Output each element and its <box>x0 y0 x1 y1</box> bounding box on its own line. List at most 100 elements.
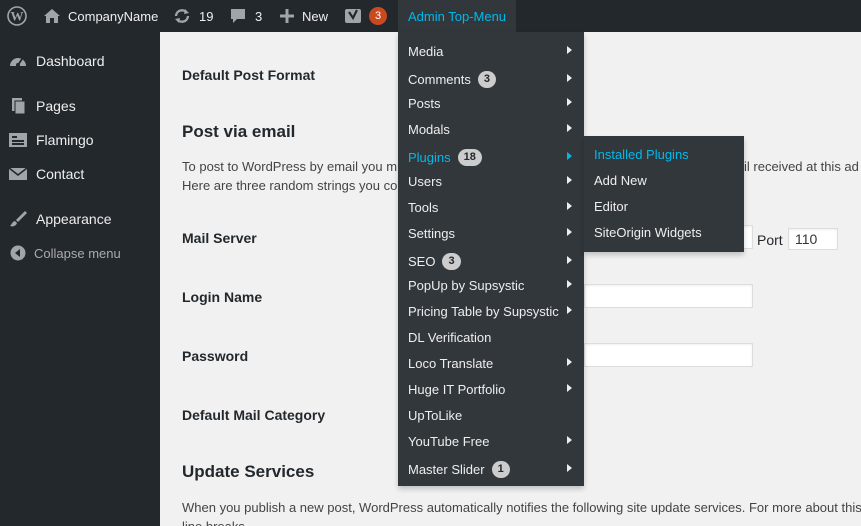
submenu-arrow-icon <box>567 74 572 82</box>
updates-link[interactable]: 19 <box>173 0 213 32</box>
menu-item-settings[interactable]: Settings <box>398 220 584 246</box>
submenu-arrow-icon <box>567 358 572 366</box>
password-label: Password <box>182 348 249 364</box>
admin-bar: W CompanyName 19 3 New 3 Admin Top-Menu <box>0 0 861 32</box>
submenu-arrow-icon <box>567 202 572 210</box>
submenu-arrow-icon <box>567 384 572 392</box>
menu-item-pricing-table[interactable]: Pricing Table by Supsystic <box>398 298 584 324</box>
pages-icon <box>12 98 26 114</box>
menu-item-label: Loco Translate <box>408 355 494 371</box>
menu-item-label: YouTube Free <box>408 433 490 449</box>
admin-top-menu-dropdown: Media Comments 3 Posts Modals Plugins 18 U… <box>398 32 584 486</box>
menu-item-popup-supsystic[interactable]: PopUp by Supsystic <box>398 272 584 298</box>
submenu-item-add-new[interactable]: Add New <box>584 167 744 193</box>
yoast-seo-link[interactable]: 3 <box>344 0 387 32</box>
submenu-item-editor[interactable]: Editor <box>584 193 744 219</box>
update-services-description-2: line breaks <box>182 517 245 526</box>
default-mail-category-label: Default Mail Category <box>182 407 326 423</box>
comment-icon <box>231 9 245 23</box>
menu-item-comments[interactable]: Comments 3 <box>398 66 584 92</box>
submenu-item-label: Add New <box>594 172 647 188</box>
post-via-email-description-tail: il received at this ad <box>744 159 859 174</box>
menu-item-label: Tools <box>408 199 439 215</box>
count-badge: 3 <box>442 252 461 270</box>
port-input[interactable]: 110 <box>788 228 838 250</box>
menu-item-label: Comments <box>408 71 471 87</box>
menu-item-label: Modals <box>408 121 450 137</box>
menu-item-label: Posts <box>408 95 441 111</box>
collapse-menu-button[interactable]: Collapse menu <box>0 236 160 270</box>
collapse-menu-label: Collapse menu <box>34 245 121 261</box>
updates-count: 19 <box>199 8 214 24</box>
sidebar-item-label: Contact <box>36 166 85 182</box>
menu-item-label: Pricing Table by Supsystic <box>408 303 559 319</box>
sidebar-item-flamingo[interactable]: Flamingo <box>0 123 160 157</box>
menu-item-plugins[interactable]: Plugins 18 <box>398 144 584 170</box>
admin-sidebar: Dashboard Pages Flamingo Contact Appeara… <box>0 32 160 526</box>
menu-item-media[interactable]: Media <box>398 38 584 64</box>
password-input[interactable] <box>584 343 753 367</box>
plus-icon <box>280 9 294 23</box>
menu-item-loco-translate[interactable]: Loco Translate <box>398 350 584 376</box>
menu-item-label: Users <box>408 173 442 189</box>
menu-item-dl-verification[interactable]: DL Verification <box>398 324 584 350</box>
update-services-heading: Update Services <box>182 462 315 481</box>
sidebar-item-pages[interactable]: Pages <box>0 89 160 123</box>
wordpress-logo-icon: W <box>7 6 27 26</box>
submenu-arrow-icon <box>567 228 572 236</box>
home-icon <box>44 9 60 23</box>
refresh-icon <box>174 9 190 23</box>
menu-item-label: Huge IT Portfolio <box>408 381 506 397</box>
menu-item-posts[interactable]: Posts <box>398 90 584 116</box>
yoast-badge: 3 <box>369 7 387 25</box>
menu-item-tools[interactable]: Tools <box>398 194 584 220</box>
submenu-arrow-icon <box>567 152 572 160</box>
login-name-input[interactable] <box>584 284 753 308</box>
collapse-icon <box>10 245 26 261</box>
sidebar-item-label: Flamingo <box>36 132 94 148</box>
submenu-item-installed-plugins[interactable]: Installed Plugins <box>584 141 744 167</box>
brush-icon <box>10 211 27 227</box>
wp-logo-button[interactable]: W <box>7 0 27 32</box>
admin-top-menu-label: Admin Top-Menu <box>408 8 507 24</box>
submenu-arrow-icon <box>567 46 572 54</box>
menu-item-label: SEO <box>408 253 436 269</box>
menu-item-modals[interactable]: Modals <box>398 116 584 142</box>
sidebar-item-label: Dashboard <box>36 53 105 69</box>
update-services-description: When you publish a new post, WordPress a… <box>182 500 861 515</box>
sidebar-item-label: Pages <box>36 98 76 114</box>
submenu-arrow-icon <box>567 436 572 444</box>
menu-item-master-slider[interactable]: Master Slider 1 <box>398 456 584 482</box>
dashboard-icon <box>10 58 26 67</box>
submenu-arrow-icon <box>567 464 572 472</box>
menu-item-label: Settings <box>408 225 455 241</box>
sidebar-item-label: Appearance <box>36 211 112 227</box>
submenu-item-siteorigin-widgets[interactable]: SiteOrigin Widgets <box>584 219 744 245</box>
menu-item-huge-it-portfolio[interactable]: Huge IT Portfolio <box>398 376 584 402</box>
menu-item-youtube-free[interactable]: YouTube Free <box>398 428 584 454</box>
menu-item-uptolike[interactable]: UpToLike <box>398 402 584 428</box>
flamingo-icon <box>9 133 27 147</box>
menu-item-seo[interactable]: SEO 3 <box>398 248 584 274</box>
site-name-link[interactable]: CompanyName <box>43 0 158 32</box>
menu-item-label: Master Slider <box>408 461 485 477</box>
submenu-arrow-icon <box>567 306 572 314</box>
submenu-arrow-icon <box>567 98 572 106</box>
post-via-email-heading: Post via email <box>182 122 296 141</box>
submenu-arrow-icon <box>567 176 572 184</box>
admin-top-menu-button[interactable]: Admin Top-Menu <box>398 0 516 32</box>
sidebar-item-dashboard[interactable]: Dashboard <box>0 44 160 78</box>
submenu-item-label: Installed Plugins <box>594 146 689 162</box>
svg-text:W: W <box>11 9 24 24</box>
menu-item-label: Plugins <box>408 149 451 165</box>
plugins-submenu: Installed Plugins Add New Editor SiteOri… <box>584 136 744 252</box>
menu-item-users[interactable]: Users <box>398 168 584 194</box>
new-content-link[interactable]: New <box>280 0 328 32</box>
submenu-item-label: SiteOrigin Widgets <box>594 224 702 240</box>
comments-count: 3 <box>255 8 263 24</box>
mail-icon <box>9 167 27 180</box>
sidebar-item-appearance[interactable]: Appearance <box>0 202 160 236</box>
sidebar-item-contact[interactable]: Contact <box>0 157 160 191</box>
comments-link[interactable]: 3 <box>230 0 262 32</box>
port-label: Port <box>757 232 783 248</box>
